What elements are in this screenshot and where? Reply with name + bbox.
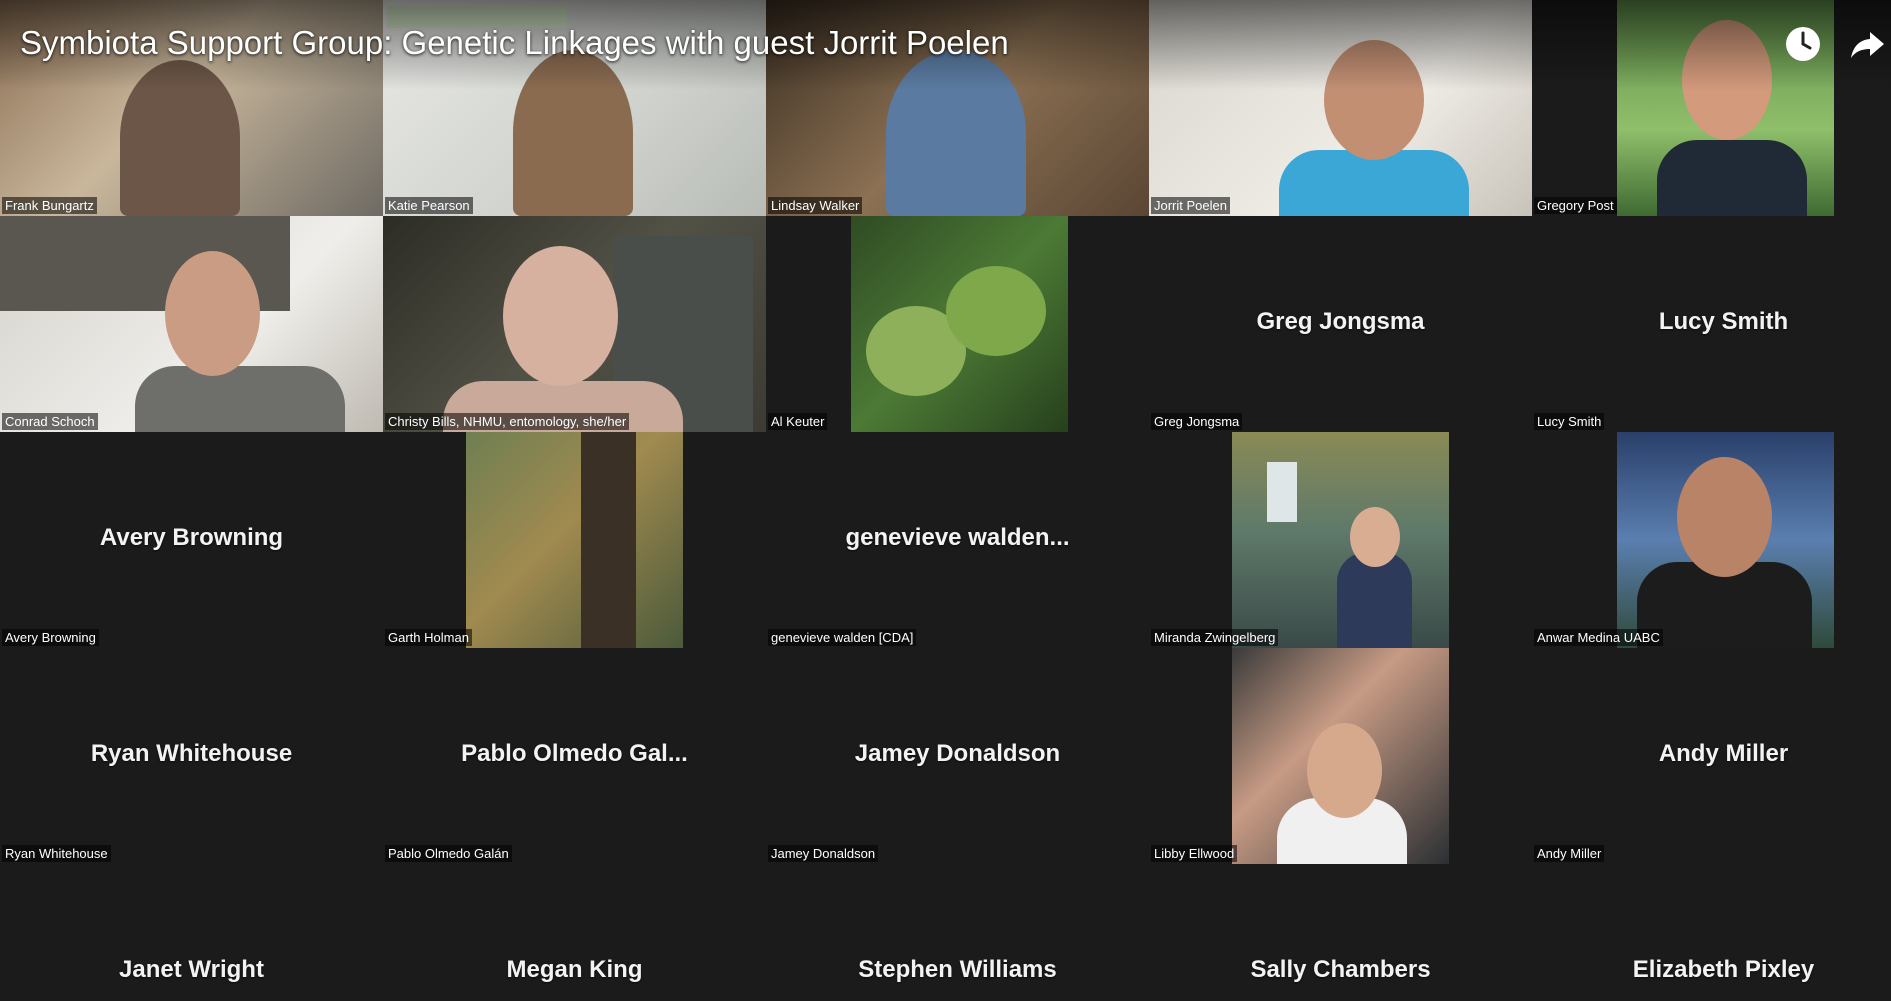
participant-tile[interactable]: Pablo Olmedo Gal... Pablo Olmedo Galán: [383, 648, 766, 864]
participant-tile[interactable]: Lucy Smith Lucy Smith: [1532, 216, 1891, 432]
participant-grid: Frank Bungartz Katie Pearson Lindsay Wal…: [0, 0, 1891, 1001]
video-feed: [383, 216, 766, 432]
participant-tile[interactable]: Miranda Zwingelberg: [1149, 432, 1532, 648]
participant-name-tag: Andy Miller: [1534, 845, 1605, 862]
participant-display-name: Greg Jongsma: [1256, 308, 1425, 335]
participant-name-tag: Anwar Medina UABC: [1534, 629, 1663, 646]
participant-display-name: Megan King: [506, 956, 643, 983]
participant-display-name: Pablo Olmedo Gal...: [461, 740, 688, 767]
participant-name-tag: genevieve walden [CDA]: [768, 629, 917, 646]
participant-tile[interactable]: Jamey Donaldson Jamey Donaldson: [766, 648, 1149, 864]
participant-tile[interactable]: Al Keuter: [766, 216, 1149, 432]
video-feed: [1232, 648, 1449, 864]
participant-name-tag: Gregory Post: [1534, 197, 1617, 214]
participant-name-tag: Libby Ellwood: [1151, 845, 1238, 862]
participant-tile[interactable]: Anwar Medina UABC: [1532, 432, 1891, 648]
participant-name-tag: Garth Holman: [385, 629, 472, 646]
video-feed: [851, 216, 1068, 432]
participant-tile[interactable]: Elizabeth Pixley: [1532, 864, 1891, 1001]
participant-tile[interactable]: Megan King: [383, 864, 766, 1001]
participant-display-name: Janet Wright: [119, 956, 264, 983]
participant-tile[interactable]: Avery Browning Avery Browning: [0, 432, 383, 648]
participant-tile[interactable]: Greg Jongsma Greg Jongsma: [1149, 216, 1532, 432]
video-feed: [1617, 432, 1834, 648]
participant-name-tag: Jamey Donaldson: [768, 845, 879, 862]
participant-tile[interactable]: Libby Ellwood: [1149, 648, 1532, 864]
participant-display-name: Elizabeth Pixley: [1632, 956, 1815, 983]
video-feed: [0, 216, 383, 432]
participant-display-name: Avery Browning: [99, 524, 284, 551]
participant-tile[interactable]: Christy Bills, NHMU, entomology, she/her: [383, 216, 766, 432]
participant-display-name: Jamey Donaldson: [854, 740, 1061, 767]
participant-name-tag: Katie Pearson: [385, 197, 473, 214]
participant-name-tag: Conrad Schoch: [2, 413, 98, 430]
participant-name-tag: Lindsay Walker: [768, 197, 863, 214]
participant-name-tag: Al Keuter: [768, 413, 828, 430]
participant-display-name: Ryan Whitehouse: [90, 740, 293, 767]
video-feed: [466, 432, 683, 648]
participant-name-tag: Miranda Zwingelberg: [1151, 629, 1279, 646]
participant-tile[interactable]: Ryan Whitehouse Ryan Whitehouse: [0, 648, 383, 864]
participant-display-name: genevieve walden...: [845, 524, 1070, 551]
participant-name-tag: Pablo Olmedo Galán: [385, 845, 512, 862]
video-feed: [1232, 432, 1449, 648]
participant-display-name: Sally Chambers: [1250, 956, 1431, 983]
participant-tile[interactable]: Sally Chambers: [1149, 864, 1532, 1001]
participant-name-tag: Christy Bills, NHMU, entomology, she/her: [385, 413, 630, 430]
participant-display-name: Andy Miller: [1658, 740, 1789, 767]
video-title[interactable]: Symbiota Support Group: Genetic Linkages…: [20, 24, 1009, 62]
participant-tile[interactable]: Garth Holman: [383, 432, 766, 648]
participant-name-tag: Avery Browning: [2, 629, 99, 646]
participant-tile[interactable]: Conrad Schoch: [0, 216, 383, 432]
participant-display-name: Lucy Smith: [1658, 308, 1789, 335]
participant-name-tag: Jorrit Poelen: [1151, 197, 1230, 214]
participant-tile[interactable]: genevieve walden... genevieve walden [CD…: [766, 432, 1149, 648]
participant-tile[interactable]: Andy Miller Andy Miller: [1532, 648, 1891, 864]
participant-name-tag: Frank Bungartz: [2, 197, 97, 214]
participant-tile[interactable]: Stephen Williams: [766, 864, 1149, 1001]
participant-name-tag: Lucy Smith: [1534, 413, 1605, 430]
participant-display-name: Stephen Williams: [858, 956, 1057, 983]
share-arrow-icon[interactable]: [1848, 24, 1888, 64]
participant-name-tag: Greg Jongsma: [1151, 413, 1243, 430]
participant-tile[interactable]: Janet Wright: [0, 864, 383, 1001]
clock-icon[interactable]: [1783, 24, 1823, 64]
participant-name-tag: Ryan Whitehouse: [2, 845, 111, 862]
